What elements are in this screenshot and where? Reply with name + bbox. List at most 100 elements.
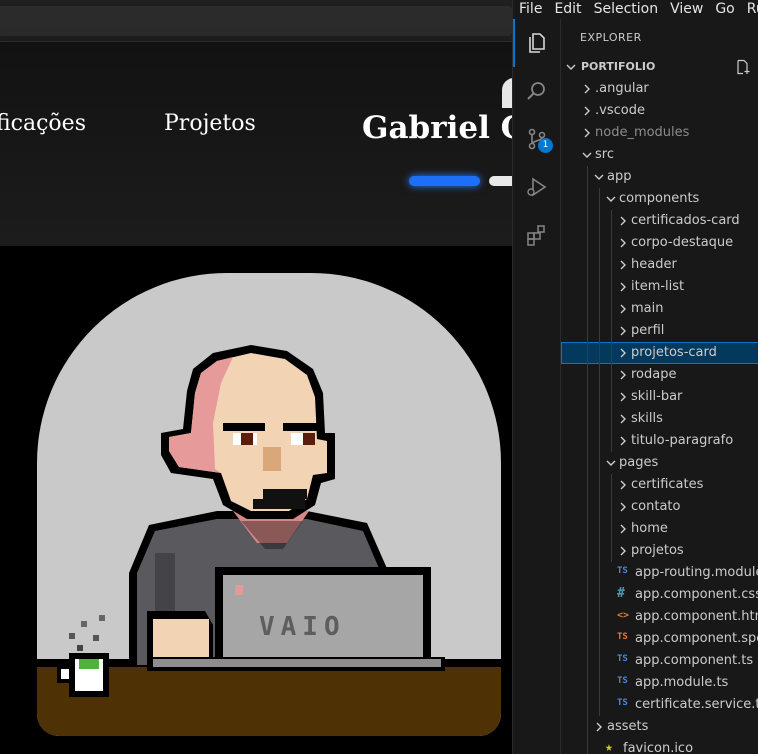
avatar-card: VAIO (37, 273, 501, 736)
tree-item-label: app.component.spec.ts (635, 631, 758, 646)
tree-folder-certificados-card[interactable]: certificados-card (561, 210, 758, 232)
indent-guide (587, 408, 588, 430)
new-file-icon[interactable] (735, 59, 751, 75)
tree-folder-pages[interactable]: pages (561, 452, 758, 474)
tree-file-certificate-service-ts[interactable]: TS certificate.service.ts (561, 694, 758, 716)
menu-view[interactable]: View (664, 0, 709, 19)
indent-guide (611, 254, 612, 276)
theme-toggle-indicator[interactable] (489, 176, 512, 186)
activity-search[interactable] (513, 67, 561, 115)
nav-link-projetos[interactable]: Projetos (164, 111, 256, 136)
tree-item-label: pages (619, 455, 659, 470)
tree-folder-components[interactable]: components (561, 188, 758, 210)
indent-guide (599, 342, 600, 364)
tree-folder-src[interactable]: src (561, 144, 758, 166)
chevron-right-icon (620, 370, 626, 380)
indent-guide (587, 562, 588, 584)
workspace-name: PORTIFOLIO (581, 60, 656, 73)
explorer-sidebar: EXPLORER PORTIFOLIO .angular .vscode node_… (561, 19, 758, 754)
chevron-right-icon (620, 304, 626, 314)
tree-folder-perfil[interactable]: perfil (561, 320, 758, 342)
pixel-avatar-illustration: VAIO (37, 345, 501, 736)
activity-explorer[interactable] (513, 19, 561, 67)
tree-folder-assets[interactable]: assets (561, 716, 758, 738)
indent-guide (599, 606, 600, 628)
tree-file-app-component-html[interactable]: <> app.component.html (561, 606, 758, 628)
tree-folder-header[interactable]: header (561, 254, 758, 276)
chevron-right-icon (584, 84, 590, 94)
indent-guide (587, 166, 588, 188)
tree-item-label: projetos-card (631, 345, 717, 360)
indent-guide (587, 606, 588, 628)
indent-guide (599, 650, 600, 672)
tree-folder-vscode[interactable]: .vscode (561, 100, 758, 122)
indent-guide (599, 232, 600, 254)
tree-file-app-component-spec-ts[interactable]: TS app.component.spec.ts (561, 628, 758, 650)
indent-guide (599, 408, 600, 430)
indent-guide (587, 320, 588, 342)
menu-run[interactable]: Ru (741, 0, 758, 19)
menu-selection[interactable]: Selection (588, 0, 665, 19)
indent-guide (599, 298, 600, 320)
tree-folder-projetos[interactable]: projetos (561, 540, 758, 562)
menu-go[interactable]: Go (709, 0, 740, 19)
activity-run-debug[interactable] (513, 163, 561, 211)
chevron-right-icon (596, 722, 602, 732)
nav-link-certificacoes[interactable]: ficações (0, 111, 86, 136)
chevron-right-icon (620, 502, 626, 512)
indent-guide (599, 496, 600, 518)
workspace-header[interactable]: PORTIFOLIO (561, 56, 758, 78)
source-control-badge: 1 (538, 138, 553, 153)
tree-folder-corpo-destaque[interactable]: corpo-destaque (561, 232, 758, 254)
theme-toggle-indicator-active[interactable] (409, 176, 480, 186)
chevron-right-icon (620, 436, 626, 446)
tree-folder-node-modules[interactable]: node_modules (561, 122, 758, 144)
indent-guide (587, 188, 588, 210)
tree-folder-main[interactable]: main (561, 298, 758, 320)
indent-guide (599, 672, 600, 694)
tree-folder-skill-bar[interactable]: skill-bar (561, 386, 758, 408)
tree-folder-angular[interactable]: .angular (561, 78, 758, 100)
extensions-icon (527, 225, 545, 246)
tree-file-app-routing-module-ts[interactable]: TS app-routing.module.ts (561, 562, 758, 584)
activity-extensions[interactable] (513, 211, 561, 259)
menu-edit[interactable]: Edit (548, 0, 587, 19)
indent-guide (587, 650, 588, 672)
tree-item-label: skills (631, 411, 663, 426)
indent-guide (587, 276, 588, 298)
indent-guide (611, 540, 612, 562)
indent-guide (587, 694, 588, 716)
indent-guide (587, 210, 588, 232)
indent-guide (587, 584, 588, 606)
indent-guide (587, 716, 588, 738)
indent-guide (599, 364, 600, 386)
tree-folder-home[interactable]: home (561, 518, 758, 540)
tree-item-label: src (595, 147, 614, 162)
search-icon (527, 82, 545, 100)
menu-bar: File Edit Selection View Go Ru (513, 0, 758, 19)
browser-address-bar[interactable] (0, 6, 512, 36)
tree-folder-contato[interactable]: contato (561, 496, 758, 518)
tree-folder-app[interactable]: app (561, 166, 758, 188)
tree-folder-projetos-card[interactable]: projetos-card (561, 342, 758, 364)
tree-file-app-module-ts[interactable]: TS app.module.ts (561, 672, 758, 694)
tree-item-label: app.module.ts (635, 675, 729, 690)
menu-file[interactable]: File (513, 0, 548, 19)
tree-item-label: certificates (631, 477, 704, 492)
svg-text:VAIO: VAIO (259, 612, 346, 642)
brand-name[interactable]: Gabriel C (362, 110, 512, 146)
css-file-icon: # (617, 586, 625, 601)
tree-folder-titulo-paragrafo[interactable]: titulo-paragrafo (561, 430, 758, 452)
tree-item-label: certificate.service.ts (635, 697, 758, 712)
tree-folder-item-list[interactable]: item-list (561, 276, 758, 298)
tree-file-app-component-ts[interactable]: TS app.component.ts (561, 650, 758, 672)
tree-folder-skills[interactable]: skills (561, 408, 758, 430)
tree-file-app-component-css[interactable]: # app.component.css (561, 584, 758, 606)
tree-item-label: components (619, 191, 700, 206)
tree-file-favicon-ico[interactable]: ★ favicon.ico (561, 738, 758, 754)
tree-folder-rodape[interactable]: rodape (561, 364, 758, 386)
tree-folder-certificates[interactable]: certificates (561, 474, 758, 496)
activity-source-control[interactable]: 1 (513, 115, 561, 163)
tree-item-label: assets (607, 719, 649, 734)
indent-guide (587, 364, 588, 386)
